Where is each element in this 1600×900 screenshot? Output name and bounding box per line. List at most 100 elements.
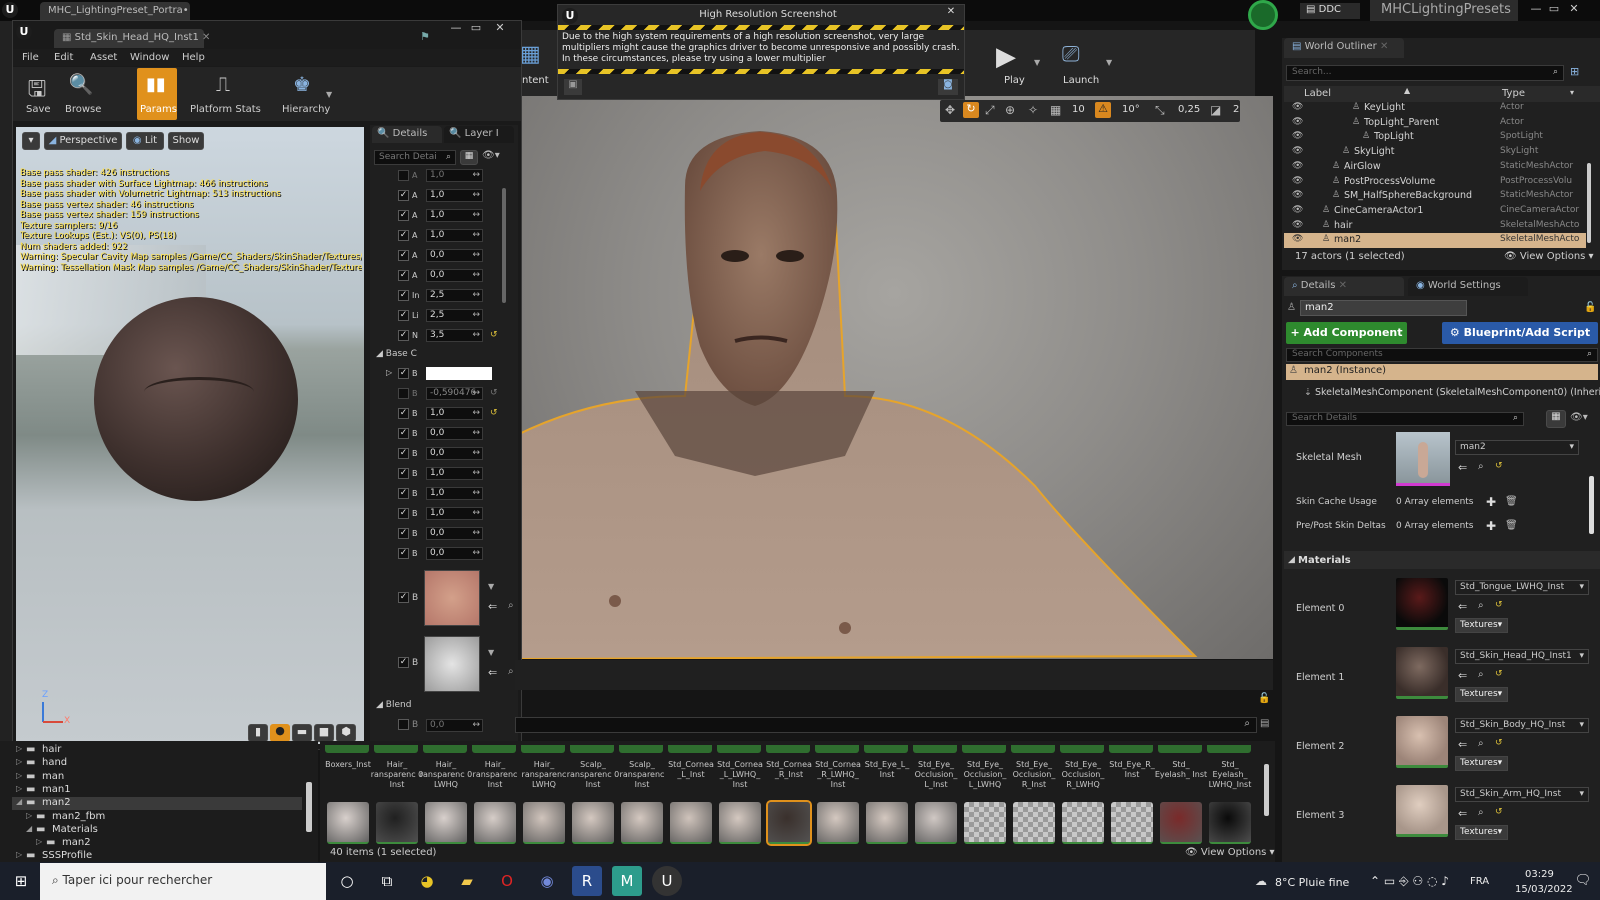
param-value-field[interactable]: 2,5 ↔ [426, 309, 483, 322]
material-dropdown[interactable]: Std_Skin_Arm_HQ_Inst ▾ [1455, 787, 1589, 802]
use-selected-icon[interactable]: ⇐ [1458, 738, 1467, 751]
asset-thumbnail[interactable] [1062, 802, 1104, 844]
content-icon[interactable]: ▦ [520, 42, 550, 72]
folder-expand-icon[interactable]: ▷ [16, 784, 22, 793]
param-value-field[interactable]: 1,0 ↔ [426, 169, 483, 182]
chrome-icon[interactable]: ◕ [412, 866, 442, 896]
visibility-eye-icon[interactable]: 👁 [1292, 146, 1303, 156]
visibility-eye-icon[interactable]: 👁 [1292, 131, 1303, 141]
capture-icon[interactable]: ◙ [938, 79, 958, 95]
asset-thumbnail[interactable] [523, 802, 565, 844]
skin-cache-add-icon[interactable]: ✚ [1486, 495, 1496, 509]
base-param-checkbox[interactable]: ✓ [398, 488, 409, 499]
cylinder-preview-icon[interactable]: ▮ [248, 724, 268, 742]
outliner-col-type[interactable]: Type [1502, 88, 1525, 99]
texture-dropdown-icon-1[interactable]: ▼ [488, 582, 494, 591]
asset-label[interactable]: Scalp_ ransparenc Inst [615, 760, 669, 802]
level-viewport[interactable] [515, 96, 1273, 659]
asset-label[interactable]: Std_Eye_R_ Inst [1105, 760, 1159, 802]
component-row[interactable]: ⇣ SkeletalMeshComponent (SkeletalMeshCom… [1304, 387, 1600, 398]
asset-label[interactable]: Std_Cornea _R_Inst [762, 760, 816, 802]
browse-texture-icon-2[interactable]: ⌕ [508, 666, 514, 677]
play-dropdown-icon[interactable]: ▼ [1034, 58, 1040, 67]
browse-icon[interactable]: 🔍 [66, 72, 96, 102]
reset-icon[interactable]: ↺ [490, 330, 498, 340]
textures-dropdown[interactable]: Textures▾ [1455, 825, 1508, 840]
mesh-preview-icon[interactable]: ⬢ [336, 724, 356, 742]
asset-thumbnail[interactable] [1209, 802, 1251, 844]
folder-row[interactable]: ▷ ▬ man [12, 771, 302, 784]
material-search-input[interactable]: Search Detai ⌕ [374, 150, 456, 165]
visibility-eye-icon[interactable]: 👁 [1292, 176, 1303, 186]
base-param-value-field[interactable]: 0,0 ↔ [426, 447, 483, 460]
base-param-value-field[interactable]: 0,0 ↔ [426, 547, 483, 560]
use-selected-mesh-icon[interactable]: ⇐ [1458, 461, 1467, 474]
asset-label[interactable]: Scalp_ ransparenc 0 Inst [566, 760, 620, 802]
asset-thumbnail[interactable] [1013, 802, 1055, 844]
menu-asset[interactable]: Asset [90, 52, 117, 63]
scale-icon[interactable]: ⤢ [985, 103, 995, 118]
reset-mesh-icon[interactable]: ↺ [1495, 461, 1503, 471]
windows-start-icon[interactable]: ⊞ [6, 866, 36, 896]
browse-material-icon[interactable]: ⌕ [1478, 669, 1484, 680]
material-dropdown[interactable]: Std_Tongue_LWHQ_Inst ▾ [1455, 580, 1589, 595]
texture-param-checkbox-2[interactable]: ✓ [398, 657, 409, 668]
reset-material-icon[interactable]: ↺ [1495, 807, 1503, 817]
content-view-options[interactable]: 👁 View Options ▾ [1185, 847, 1275, 858]
asset-label[interactable]: Std_Eye_ Occlusion_ L_LWHQ [958, 760, 1012, 802]
folder-row[interactable]: ▷ ▬ hair [12, 744, 302, 757]
visibility-eye-icon[interactable]: 👁 [1292, 234, 1303, 244]
asset-thumbnail[interactable] [327, 802, 369, 844]
textures-dropdown[interactable]: Textures▾ [1455, 756, 1508, 771]
param-value-field[interactable]: 0,0 ↔ [426, 249, 483, 262]
section-base[interactable]: ◢ Base C [376, 349, 417, 359]
texture-param-checkbox-1[interactable]: ✓ [398, 592, 409, 603]
source-control-icon[interactable] [1248, 0, 1278, 30]
outliner-scrollbar[interactable] [1587, 163, 1591, 243]
asset-thumbnail[interactable] [1160, 802, 1202, 844]
param-checkbox[interactable]: ✓ [398, 230, 409, 241]
add-component-button[interactable]: + Add Component ▾ [1286, 322, 1407, 361]
material-thumbnail[interactable] [1396, 578, 1448, 630]
sort-asc-icon[interactable]: ▲ [1404, 86, 1410, 95]
clock-time[interactable]: 03:29 [1525, 869, 1554, 880]
asset-thumbnail[interactable] [1111, 802, 1153, 844]
folder-expand-icon[interactable]: ▷ [16, 757, 22, 766]
tab-material-instance[interactable]: ▦ Std_Skin_Head_HQ_Inst1 ✕ [54, 29, 210, 48]
use-selected-icon-2[interactable]: ⇐ [488, 666, 497, 679]
menu-edit[interactable]: Edit [54, 52, 73, 63]
use-selected-icon[interactable]: ⇐ [1458, 669, 1467, 682]
folder-expand-icon[interactable]: ◢ [26, 824, 32, 833]
asset-label[interactable]: Std_Eye_ Occlusion_ L_Inst [909, 760, 963, 802]
visibility-eye-icon[interactable]: 👁 [1292, 102, 1303, 112]
param-checkbox[interactable]: ✓ [398, 330, 409, 341]
skeletal-mesh-dropdown[interactable]: man2 ▾ [1455, 440, 1579, 455]
param-checkbox[interactable]: ✓ [398, 210, 409, 221]
base-param-checkbox[interactable]: ✓ [398, 508, 409, 519]
tab-layer[interactable]: 🔍 Layer I [444, 126, 514, 143]
param-value-field[interactable]: 0,0 ↔ [426, 269, 483, 282]
world-icon[interactable]: ⊕ [1005, 103, 1015, 117]
visibility-eye-icon[interactable]: 👁 [1292, 190, 1303, 200]
details-main-tab-close-icon[interactable]: ✕ [1335, 280, 1347, 291]
view-grid-icon[interactable]: ▦ [460, 150, 478, 165]
instance-row[interactable]: man2 (Instance) [1286, 364, 1598, 380]
weather-text[interactable]: 8°C Pluie fine [1275, 876, 1349, 889]
asset-thumbnail[interactable] [964, 802, 1006, 844]
param-value-field[interactable]: 2,5 ↔ [426, 289, 483, 302]
base-param-value-field[interactable]: 0,0 ↔ [426, 427, 483, 440]
base-param-checkbox[interactable]: ✓ [398, 548, 409, 559]
prepost-delete-icon[interactable]: 🗑 [1505, 520, 1518, 531]
outliner-row[interactable]: 👁 ♙ CineCameraActor1 CineCameraActor [1284, 204, 1586, 219]
outliner-row[interactable]: 👁 ♙ TopLight_Parent Actor [1284, 116, 1586, 131]
outliner-row[interactable]: 👁 ♙ SkyLight SkyLight [1284, 145, 1586, 160]
visibility-eye-icon[interactable]: 👁 [1292, 205, 1303, 215]
param-checkbox[interactable]: ✓ [398, 250, 409, 261]
outliner-row[interactable]: 👁 ♙ SM_HalfSphereBackground StaticMeshActor [1284, 189, 1586, 204]
details-view-grid-icon[interactable]: ▦ [1546, 410, 1566, 428]
launch-dropdown-icon[interactable]: ▼ [1106, 58, 1112, 67]
viewport-options-dropdown[interactable]: ▾ [22, 132, 40, 150]
minimize-icon[interactable]: — [1528, 2, 1544, 16]
asset-label[interactable]: Std_Eye_L_ Inst [860, 760, 914, 802]
asset-thumbnail[interactable] [474, 802, 516, 844]
